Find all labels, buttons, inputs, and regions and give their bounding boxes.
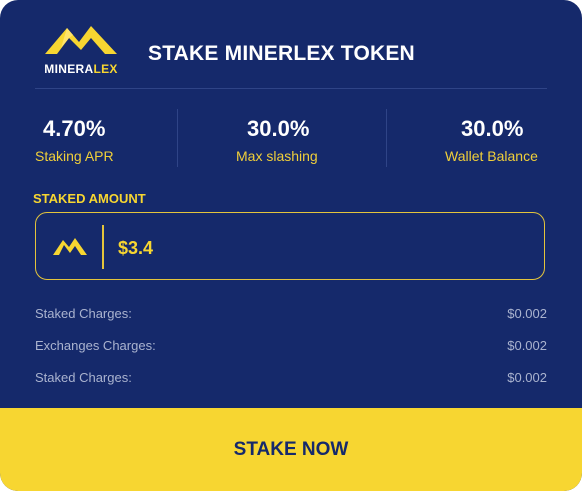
mountain-logo-icon [45, 26, 117, 54]
charge-label: Exchanges Charges: [35, 338, 156, 353]
stat-staking-apr: 4.70% Staking APR [35, 116, 114, 164]
stat-wallet-balance: 30.0% Wallet Balance [445, 116, 538, 164]
stat-divider [177, 109, 178, 167]
stat-label: Wallet Balance [445, 148, 538, 164]
charge-value: $0.002 [507, 370, 547, 385]
page-title: STAKE MINERLEX TOKEN [148, 42, 415, 65]
stat-max-slashing: 30.0% Max slashing [236, 116, 318, 164]
charge-value: $0.002 [507, 338, 547, 353]
charge-label: Staked Charges: [35, 370, 132, 385]
charge-row: Staked Charges: $0.002 [35, 306, 547, 326]
logo-wordmark: MINERALEX [44, 62, 118, 76]
charge-row: Staked Charges: $0.002 [35, 370, 547, 390]
stat-value: 4.70% [43, 116, 106, 141]
stat-label: Max slashing [236, 148, 318, 164]
charge-value: $0.002 [507, 306, 547, 321]
stat-label: Staking APR [35, 148, 114, 164]
minerlex-logo: MINERALEX [35, 22, 127, 78]
stat-value: 30.0% [247, 116, 310, 141]
charge-row: Exchanges Charges: $0.002 [35, 338, 547, 358]
input-separator [102, 225, 104, 269]
staked-amount-label: STAKED AMOUNT [33, 191, 146, 206]
minerlex-mountain-icon [53, 236, 87, 261]
staked-amount-input[interactable]: $3.4 [35, 212, 545, 280]
stake-now-button[interactable]: STAKE NOW [0, 408, 582, 491]
header: MINERALEX STAKE MINERLEX TOKEN [35, 22, 547, 88]
staked-amount-value: $3.4 [118, 238, 154, 258]
stat-divider [386, 109, 387, 167]
stat-value: 30.0% [461, 116, 524, 141]
charge-label: Staked Charges: [35, 306, 132, 321]
header-divider [35, 88, 547, 89]
stake-card: MINERALEX STAKE MINERLEX TOKEN 4.70% Sta… [0, 0, 582, 491]
